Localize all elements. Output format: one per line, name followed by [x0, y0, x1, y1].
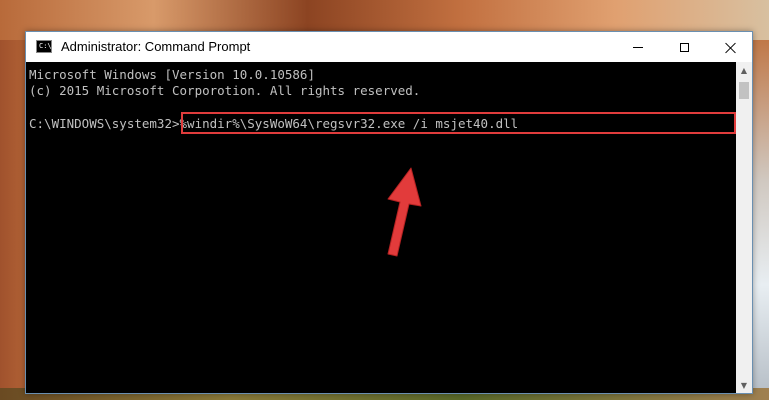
cmd-icon-text: C:\ [39, 42, 52, 50]
minimize-button[interactable] [615, 32, 661, 62]
red-arrow-icon [387, 167, 422, 257]
scroll-down-arrow-icon[interactable]: ▼ [736, 377, 752, 393]
close-button[interactable] [707, 32, 753, 62]
scroll-up-arrow-icon[interactable]: ▲ [736, 62, 752, 78]
scrollbar-thumb[interactable] [739, 82, 749, 99]
command-prompt-window[interactable]: C:\ Administrator: Command Prompt Micros… [25, 31, 753, 394]
close-icon [725, 42, 736, 53]
prompt-text: C:\WINDOWS\system32> [29, 116, 180, 131]
vertical-scrollbar[interactable]: ▲ ▼ [736, 62, 752, 393]
cmd-icon[interactable]: C:\ [36, 40, 52, 53]
desktop-background-right [752, 40, 769, 390]
window-title: Administrator: Command Prompt [61, 39, 251, 54]
minimize-icon [633, 46, 643, 48]
maximize-button[interactable] [661, 32, 707, 62]
version-line: Microsoft Windows [Version 10.0.10586] [29, 67, 315, 82]
copyright-line: (c) 2015 Microsoft Corporotion. All righ… [29, 83, 421, 98]
command-highlight-box [181, 112, 736, 134]
maximize-icon [679, 42, 689, 52]
title-bar[interactable]: C:\ Administrator: Command Prompt [26, 32, 752, 62]
